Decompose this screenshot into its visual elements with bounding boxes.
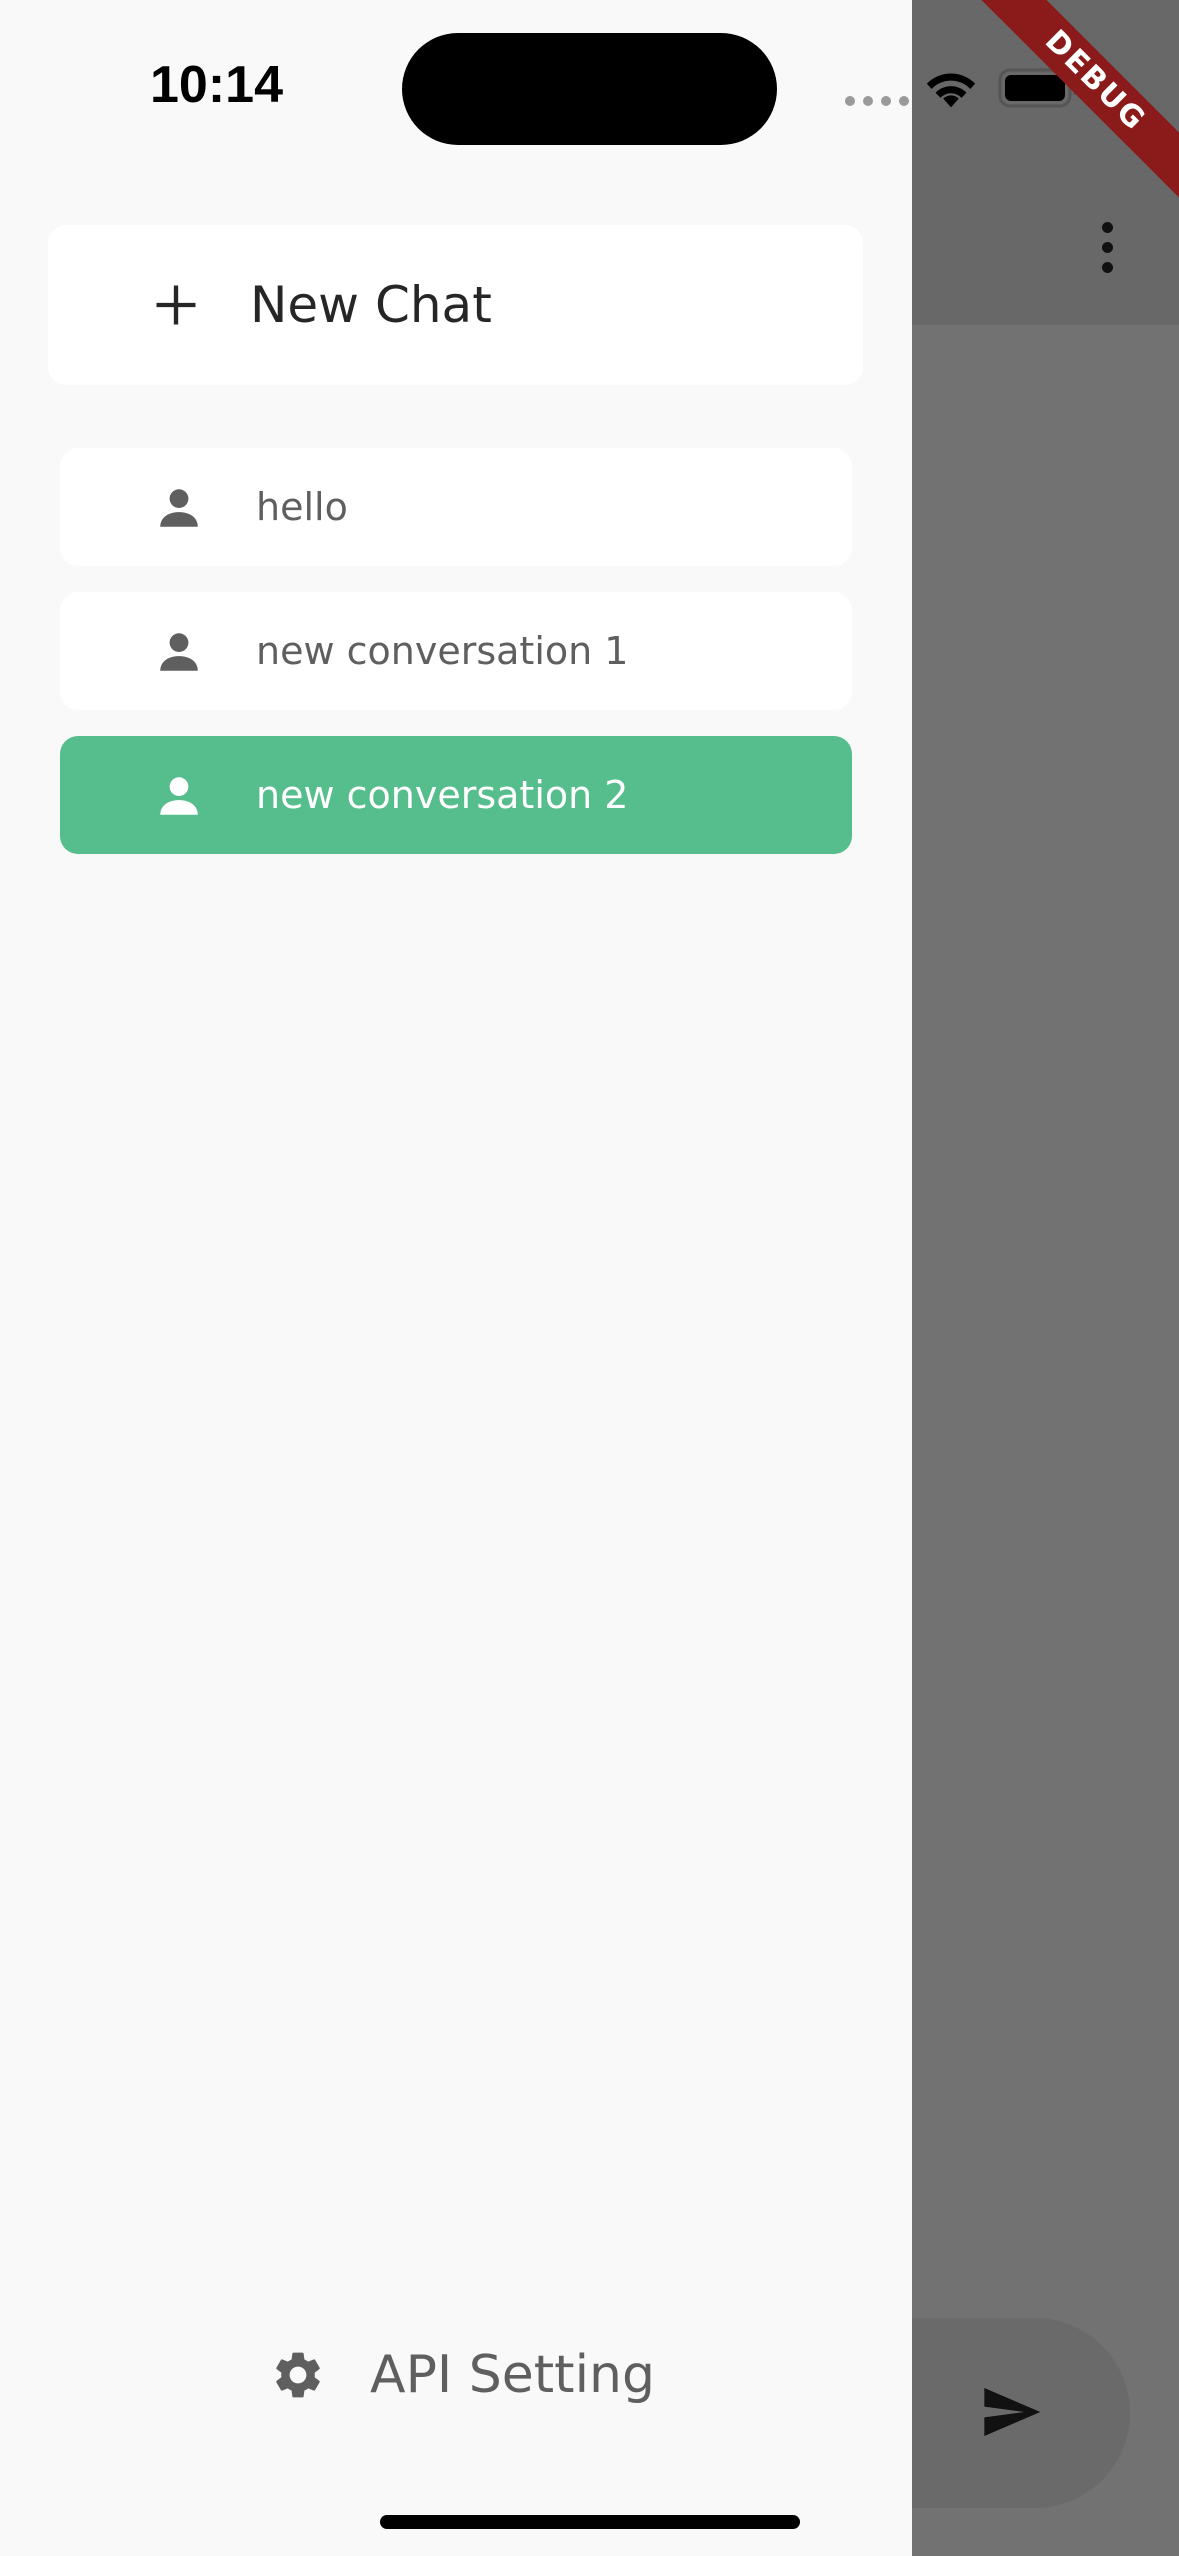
conversation-item-new-conversation-2[interactable]: new conversation 2 xyxy=(60,736,852,854)
status-time: 10:14 xyxy=(150,56,283,114)
wifi-icon xyxy=(926,73,976,108)
gear-icon xyxy=(276,2352,320,2398)
conversation-item-hello[interactable]: hello xyxy=(60,448,852,566)
conversation-label: hello xyxy=(256,485,348,529)
navigation-drawer: New Chat hello new conversation 1 new co… xyxy=(0,0,912,2556)
conversation-label: new conversation 1 xyxy=(256,629,629,673)
cellular-signal-icon xyxy=(845,96,909,106)
person-icon xyxy=(160,777,198,815)
person-icon xyxy=(160,633,198,671)
more-vert-icon[interactable] xyxy=(1092,222,1122,282)
send-icon[interactable] xyxy=(975,2380,1047,2444)
new-chat-button[interactable]: New Chat xyxy=(48,225,863,385)
dynamic-island xyxy=(402,33,777,145)
api-setting-label: API Setting xyxy=(370,2345,655,2405)
home-indicator[interactable] xyxy=(380,2515,800,2529)
conversation-label: new conversation 2 xyxy=(256,773,629,817)
plus-icon xyxy=(156,285,196,325)
new-chat-label: New Chat xyxy=(250,276,492,334)
person-icon xyxy=(160,489,198,527)
api-setting-button[interactable]: API Setting xyxy=(270,2335,670,2415)
conversation-item-new-conversation-1[interactable]: new conversation 1 xyxy=(60,592,852,710)
